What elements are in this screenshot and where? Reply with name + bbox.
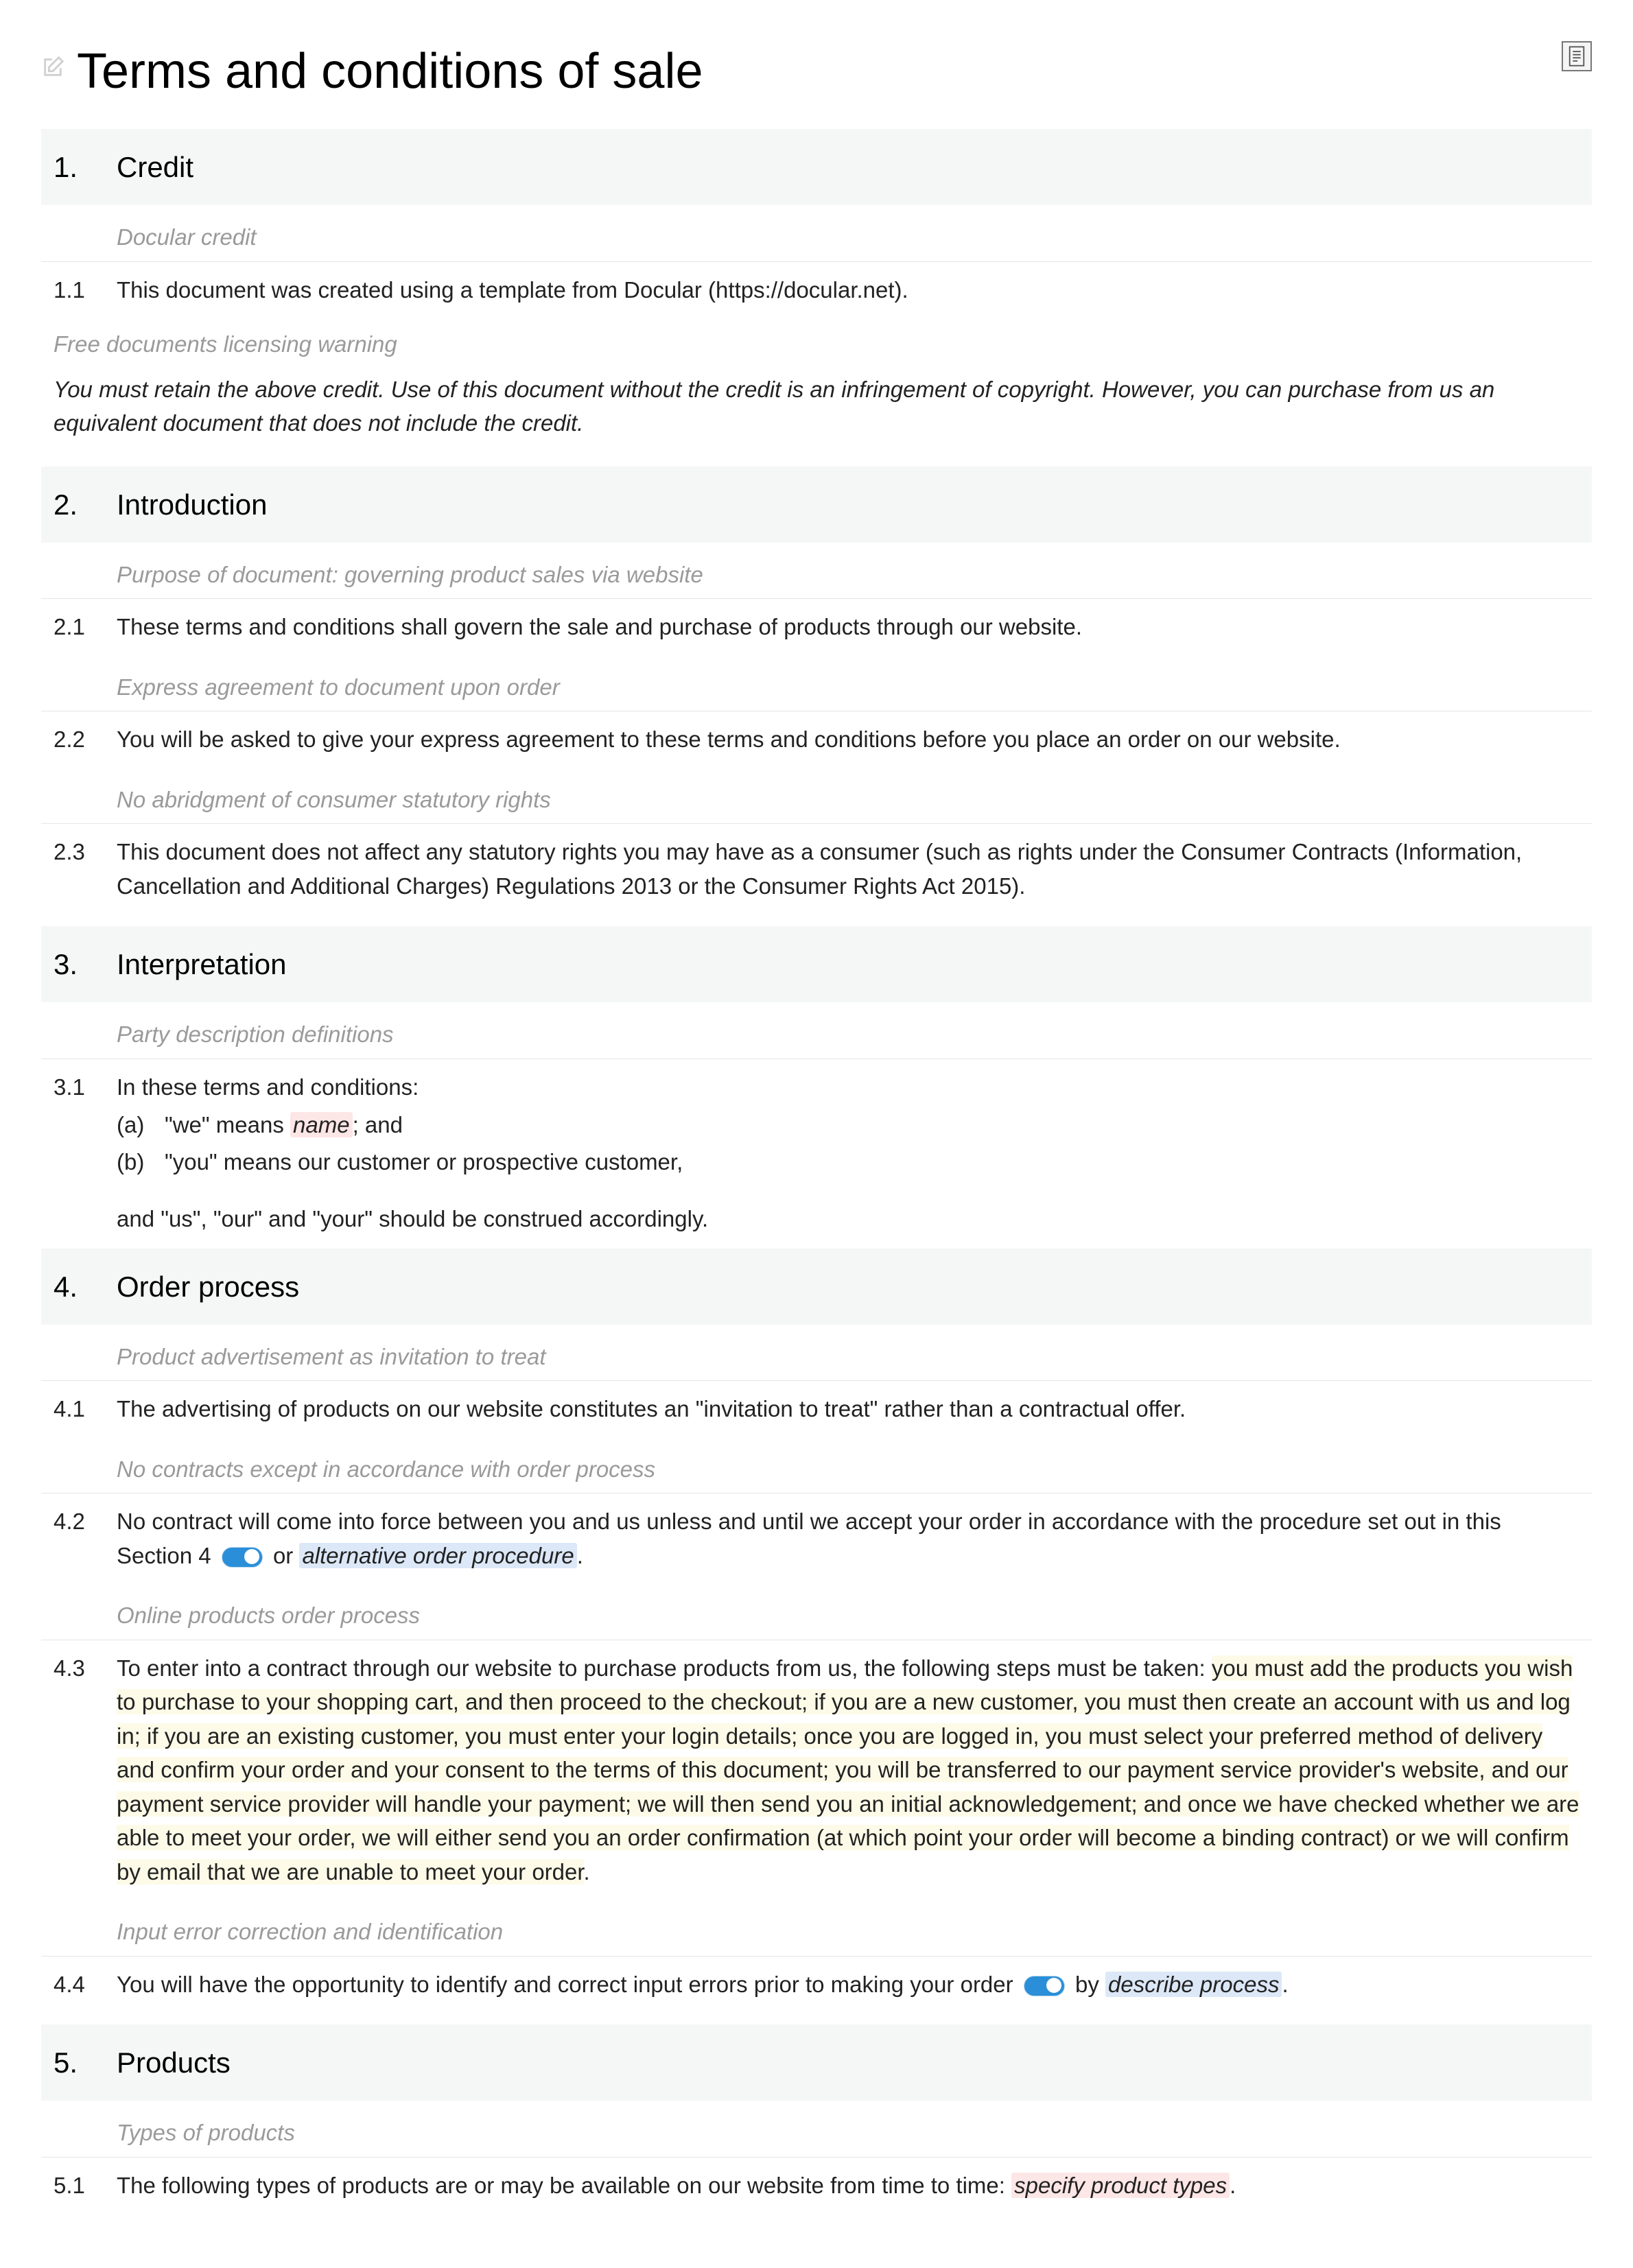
note-row: No contracts except in accordance with o… bbox=[41, 1437, 1592, 1494]
warning-title: Free documents licensing warning bbox=[41, 318, 1592, 366]
clause-number: 4.1 bbox=[54, 1392, 117, 1426]
placeholder-product-types[interactable]: specify product types bbox=[1011, 2173, 1230, 2198]
placeholder-describe-process[interactable]: describe process bbox=[1105, 1972, 1282, 1997]
section-title: Interpretation bbox=[117, 943, 287, 986]
clause-number: 4.4 bbox=[54, 1968, 117, 2002]
note-text: Purpose of document: governing product s… bbox=[117, 558, 703, 592]
clause-number: 2.3 bbox=[54, 835, 117, 903]
sub-item-a: (a) "we" means name; and bbox=[117, 1108, 1579, 1142]
section-title: Order process bbox=[117, 1265, 299, 1308]
clause-body: You will have the opportunity to identif… bbox=[117, 1968, 1579, 2002]
clause-row: 2.3 This document does not affect any st… bbox=[41, 824, 1592, 914]
clause-number: 4.2 bbox=[54, 1504, 117, 1572]
clause-body: This document was created using a templa… bbox=[117, 273, 1579, 307]
toggle-switch[interactable] bbox=[1024, 1976, 1065, 1996]
clause-number: 2.2 bbox=[54, 722, 117, 757]
note-text: Online products order process bbox=[117, 1598, 420, 1633]
section-title: Introduction bbox=[117, 483, 267, 526]
section-header-introduction: 2. Introduction bbox=[41, 466, 1592, 543]
clause-tail: and "us", "our" and "your" should be con… bbox=[41, 1192, 1592, 1236]
clause-row: 4.1 The advertising of products on our w… bbox=[41, 1381, 1592, 1437]
clause-number: 2.1 bbox=[54, 610, 117, 644]
clause-body: These terms and conditions shall govern … bbox=[117, 610, 1579, 644]
note-text: Product advertisement as invitation to t… bbox=[117, 1340, 546, 1374]
page-title: Terms and conditions of sale bbox=[77, 34, 703, 108]
clause-text-post: . bbox=[1230, 2173, 1236, 2198]
clause-body: In these terms and conditions: (a) "we" … bbox=[117, 1070, 1579, 1182]
section-number: 4. bbox=[54, 1265, 117, 1308]
clause-body: The advertising of products on our websi… bbox=[117, 1392, 1579, 1426]
note-row: No abridgment of consumer statutory righ… bbox=[41, 768, 1592, 825]
clause-text-post: . bbox=[1282, 1972, 1288, 1997]
header-row: Terms and conditions of sale bbox=[41, 34, 1592, 108]
clause-text-pre: To enter into a contract through our web… bbox=[117, 1655, 1212, 1681]
clause-number: 5.1 bbox=[54, 2169, 117, 2203]
edit-icon[interactable] bbox=[41, 54, 64, 88]
note-text: Express agreement to document upon order bbox=[117, 670, 560, 705]
clause-text-pre: The following types of products are or m… bbox=[117, 2173, 1011, 2198]
clause-number: 1.1 bbox=[54, 273, 117, 307]
note-text: No contracts except in accordance with o… bbox=[117, 1452, 655, 1487]
warning-body: You must retain the above credit. Use of… bbox=[41, 366, 1592, 454]
note-text: Docular credit bbox=[117, 220, 257, 255]
highlighted-steps: you must add the products you wish to pu… bbox=[117, 1655, 1579, 1885]
clause-row: 2.2 You will be asked to give your expre… bbox=[41, 711, 1592, 768]
section-number: 5. bbox=[54, 2041, 117, 2084]
section-header-interpretation: 3. Interpretation bbox=[41, 926, 1592, 1002]
note-row: Docular credit bbox=[41, 205, 1592, 262]
section-header-order-process: 4. Order process bbox=[41, 1249, 1592, 1325]
clause-text-mid: by bbox=[1075, 1972, 1105, 1997]
clause-intro: In these terms and conditions: bbox=[117, 1074, 419, 1100]
section-number: 1. bbox=[54, 145, 117, 189]
clause-body: The following types of products are or m… bbox=[117, 2169, 1579, 2203]
note-row: Input error correction and identificatio… bbox=[41, 1900, 1592, 1957]
note-row: Party description definitions bbox=[41, 1002, 1592, 1059]
clause-row: 4.2 No contract will come into force bet… bbox=[41, 1493, 1592, 1583]
clause-body: No contract will come into force between… bbox=[117, 1504, 1579, 1572]
clause-row: 4.3 To enter into a contract through our… bbox=[41, 1640, 1592, 1900]
document-icon[interactable] bbox=[1562, 41, 1592, 71]
clause-body: This document does not affect any statut… bbox=[117, 835, 1579, 903]
toggle-switch[interactable] bbox=[222, 1547, 263, 1568]
clause-text-post: . bbox=[577, 1543, 583, 1568]
note-row: Types of products bbox=[41, 2101, 1592, 2158]
clause-body: To enter into a contract through our web… bbox=[117, 1651, 1579, 1889]
placeholder-name[interactable]: name bbox=[290, 1112, 353, 1137]
placeholder-alt-procedure[interactable]: alternative order procedure bbox=[299, 1543, 576, 1568]
title-wrap: Terms and conditions of sale bbox=[41, 34, 703, 108]
note-row: Online products order process bbox=[41, 1583, 1592, 1640]
sub-label: (b) bbox=[117, 1145, 165, 1179]
section-header-products: 5. Products bbox=[41, 2024, 1592, 2101]
section-header-credit: 1. Credit bbox=[41, 129, 1592, 205]
section-title: Products bbox=[117, 2041, 231, 2084]
section-title: Credit bbox=[117, 145, 193, 189]
clause-row: 4.4 You will have the opportunity to ide… bbox=[41, 1957, 1592, 2013]
clause-row: 3.1 In these terms and conditions: (a) "… bbox=[41, 1059, 1592, 1193]
section-number: 3. bbox=[54, 943, 117, 986]
note-text: No abridgment of consumer statutory righ… bbox=[117, 783, 551, 817]
clause-text-pre: You will have the opportunity to identif… bbox=[117, 1972, 1013, 1997]
note-text: Party description definitions bbox=[117, 1017, 394, 1052]
sub-text: "you" means our customer or prospective … bbox=[165, 1145, 683, 1179]
note-row: Purpose of document: governing product s… bbox=[41, 543, 1592, 600]
clause-text-mid: or bbox=[273, 1543, 300, 1568]
sub-text-post: ; and bbox=[353, 1112, 403, 1137]
clause-row: 1.1 This document was created using a te… bbox=[41, 262, 1592, 318]
section-number: 2. bbox=[54, 483, 117, 526]
note-text: Input error correction and identificatio… bbox=[117, 1915, 503, 1949]
clause-row: 2.1 These terms and conditions shall gov… bbox=[41, 599, 1592, 655]
sub-item-b: (b) "you" means our customer or prospect… bbox=[117, 1145, 1579, 1179]
clause-body: You will be asked to give your express a… bbox=[117, 722, 1579, 757]
clause-number: 4.3 bbox=[54, 1651, 117, 1889]
note-text: Types of products bbox=[117, 2116, 295, 2150]
clause-row: 5.1 The following types of products are … bbox=[41, 2158, 1592, 2214]
note-row: Express agreement to document upon order bbox=[41, 655, 1592, 712]
sub-text-pre: "we" means bbox=[165, 1112, 290, 1137]
sub-label: (a) bbox=[117, 1108, 165, 1142]
clause-text-post: . bbox=[584, 1859, 590, 1885]
clause-number: 3.1 bbox=[54, 1070, 117, 1182]
note-row: Product advertisement as invitation to t… bbox=[41, 1325, 1592, 1382]
